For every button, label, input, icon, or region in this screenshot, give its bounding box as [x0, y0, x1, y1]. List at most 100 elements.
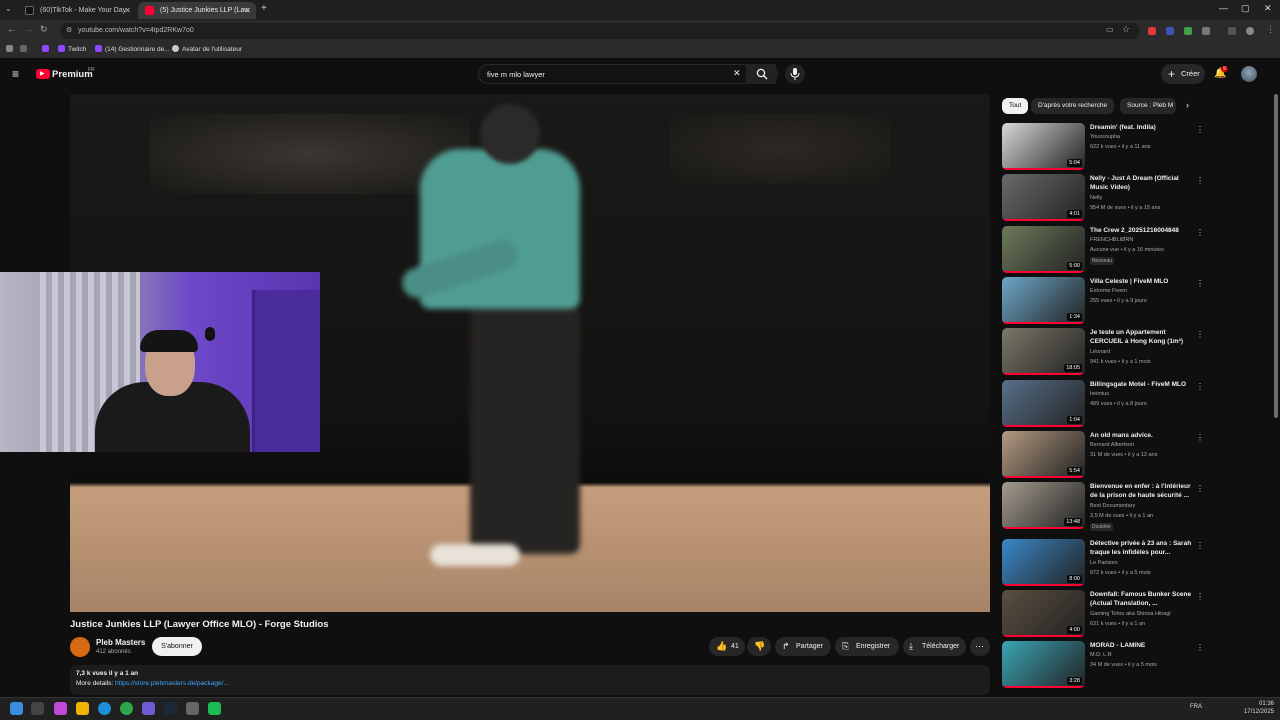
recommendation-item[interactable]: 8:00 Détective privée à 23 ans : Sarah tr… — [1002, 539, 1204, 587]
bookmark-item[interactable] — [42, 45, 52, 53]
channel-name[interactable]: heimius — [1090, 391, 1109, 397]
file-explorer-icon[interactable] — [76, 702, 89, 715]
more-actions-button[interactable]: ⋯ — [970, 637, 990, 656]
thumbnail[interactable]: 5:54 — [1002, 431, 1085, 478]
description-box[interactable]: 7,3 k vues il y a 1 an More details: htt… — [70, 665, 990, 695]
extension-icon[interactable] — [1148, 27, 1156, 35]
video-title[interactable]: Nelly - Just A Dream (Official Music Vid… — [1090, 174, 1192, 192]
kebab-icon[interactable]: ⋮ — [1196, 330, 1204, 339]
close-icon[interactable]: ✕ — [124, 2, 131, 19]
kebab-icon[interactable]: ⋮ — [1196, 228, 1204, 237]
save-button[interactable]: ⎘ Enregistrer — [835, 637, 899, 656]
video-title[interactable]: Villa Celeste | FiveM MLO — [1090, 277, 1192, 286]
steam-icon[interactable] — [164, 702, 177, 715]
channel-avatar[interactable] — [70, 637, 90, 657]
thumbnail[interactable]: 8:00 — [1002, 539, 1085, 586]
close-icon[interactable]: ✕ — [244, 2, 251, 19]
logo-text[interactable]: Premium — [52, 69, 93, 80]
chip-tout[interactable]: Tout — [1002, 98, 1029, 114]
video-title[interactable]: Je teste un Appartement CERCUEIL à Hong … — [1090, 328, 1192, 346]
recommendation-item[interactable]: 5:04 Dreamin' (feat. Indila) Youssoupha 622… — [1002, 123, 1204, 171]
share-button[interactable]: ↱ Partager — [775, 637, 831, 656]
video-title[interactable]: Billingsgate Motel - FiveM MLO — [1090, 380, 1192, 389]
channel-name[interactable]: Youssoupha — [1090, 134, 1120, 140]
recommendation-item[interactable]: 1:34 Villa Celeste | FiveM MLO Extreme Fiv… — [1002, 277, 1204, 325]
video-title[interactable]: The Crew 2_20251216004848 — [1090, 226, 1192, 235]
thumbnail[interactable]: 5:00 — [1002, 226, 1085, 273]
voice-search-button[interactable] — [785, 64, 805, 84]
kebab-icon[interactable]: ⋮ — [1196, 541, 1204, 550]
video-title[interactable]: MORAD - LAMINE — [1090, 641, 1192, 650]
channel-name[interactable]: Le Parisien — [1090, 560, 1118, 566]
bookmarks-apps-icon[interactable] — [6, 45, 16, 53]
video-title[interactable]: An old mans advice. — [1090, 431, 1192, 440]
new-tab-icon[interactable]: + — [261, 3, 267, 14]
recommendation-item[interactable]: 18:05 Je teste un Appartement CERCUEIL à … — [1002, 328, 1204, 376]
channel-name[interactable]: Pleb Masters — [96, 638, 145, 647]
kebab-icon[interactable]: ⋮ — [1196, 176, 1204, 185]
video-title[interactable]: Détective privée à 23 ans : Sarah traque… — [1090, 539, 1192, 557]
video-title[interactable]: Downfall: Famous Bunker Scene (Actual Tr… — [1090, 590, 1192, 608]
channel-name[interactable]: M.D. L.R — [1090, 652, 1112, 658]
tab-tiktok[interactable]: (60)TikTok - Make Your Day ✕ — [18, 2, 136, 19]
thumbnail[interactable]: 18:05 — [1002, 328, 1085, 375]
video-title[interactable]: Bienvenue en enfer : à l'intérieur de la… — [1090, 482, 1192, 500]
thumbnail[interactable]: 4:01 — [1002, 174, 1085, 221]
bookmark-avatar[interactable]: Avatar de l'utilisateur — [172, 45, 242, 53]
bookmark-twitch[interactable]: Twitch — [58, 45, 86, 53]
channel-name[interactable]: Nelly — [1090, 195, 1102, 201]
page-scrollbar[interactable] — [1274, 94, 1278, 418]
tab-search-icon[interactable]: ⌄ — [5, 4, 12, 13]
language-indicator[interactable]: FRA — [1190, 704, 1202, 710]
recommendation-item[interactable]: 5:00 The Crew 2_20251216004848 FRENCHBLIØR… — [1002, 226, 1204, 274]
extension-icon[interactable] — [1166, 27, 1174, 35]
recommendation-item[interactable]: 3:28 MORAD - LAMINE M.D. L.R 34 M de vues •… — [1002, 641, 1204, 689]
app-icon[interactable] — [208, 702, 221, 715]
recommendation-item[interactable]: 13:48 Bienvenue en enfer : à l'intérieur … — [1002, 482, 1204, 531]
recommendation-item[interactable]: 4:00 Downfall: Famous Bunker Scene (Actua… — [1002, 590, 1204, 638]
download-button[interactable]: ⤓ Télécharger — [903, 637, 966, 656]
url-field[interactable]: ⚙ youtube.com/watch?v=4tpd2RKw7o0 ▭ ☆ — [60, 23, 1140, 39]
channel-name[interactable]: Gaming Tohru aka Shinoa Hiiragi — [1090, 611, 1171, 617]
clock[interactable]: 01:36 17/12/2025 — [1244, 700, 1274, 716]
recommendation-item[interactable]: 4:01 Nelly - Just A Dream (Official Music… — [1002, 174, 1204, 222]
channel-name[interactable]: Bernard Albertson — [1090, 442, 1134, 448]
subscribe-button[interactable]: S'abonner — [152, 637, 202, 656]
kebab-icon[interactable]: ⋮ — [1196, 125, 1204, 134]
description-link[interactable]: https://store.plebmasters.de/package/... — [115, 680, 229, 687]
kebab-icon[interactable]: ⋮ — [1196, 433, 1204, 442]
chevron-right-icon[interactable]: › — [1186, 100, 1189, 110]
search-button[interactable] — [746, 64, 778, 84]
chip-recherche[interactable]: D'après votre recherche — [1031, 98, 1115, 114]
extensions-puzzle-icon[interactable] — [1202, 27, 1210, 35]
star-icon[interactable]: ☆ — [1122, 24, 1130, 35]
dislike-button[interactable]: 👎 — [747, 637, 771, 656]
edge-icon[interactable] — [98, 702, 111, 715]
avatar[interactable] — [1241, 66, 1257, 82]
chip-source[interactable]: Source : Pleb M — [1120, 98, 1176, 114]
reload-icon[interactable]: ↻ — [40, 24, 48, 35]
browser-menu-icon[interactable]: ⋮ — [1266, 24, 1275, 35]
settings-icon[interactable] — [186, 702, 199, 715]
kebab-icon[interactable]: ⋮ — [1196, 484, 1204, 493]
maximize-icon[interactable]: ▢ — [1241, 3, 1250, 14]
chrome-icon[interactable] — [120, 702, 133, 715]
channel-name[interactable]: Léonard — [1090, 349, 1110, 355]
channel-name[interactable]: Extreme Fivem — [1090, 288, 1127, 294]
profile-icon[interactable] — [1246, 27, 1254, 35]
bookmark-gestionnaire[interactable]: (14) Gestionnaire de... — [95, 45, 170, 53]
thumbnail[interactable]: 4:00 — [1002, 590, 1085, 637]
minimize-icon[interactable]: — — [1219, 3, 1228, 13]
menu-icon[interactable]: ≡ — [12, 67, 19, 81]
bookmarks-grid-icon[interactable] — [20, 45, 30, 53]
recommendation-item[interactable]: 5:54 An old mans advice. Bernard Albertson… — [1002, 431, 1204, 479]
create-button[interactable]: + Créer — [1161, 64, 1205, 84]
discord-icon[interactable] — [142, 702, 155, 715]
kebab-icon[interactable]: ⋮ — [1196, 592, 1204, 601]
kebab-icon[interactable]: ⋮ — [1196, 279, 1204, 288]
recommendation-item[interactable]: 1:04 Billingsgate Motel - FiveM MLO heimiu… — [1002, 380, 1204, 428]
kebab-icon[interactable]: ⋮ — [1196, 382, 1204, 391]
search-taskbar-icon[interactable] — [31, 702, 44, 715]
thumbnail[interactable]: 5:04 — [1002, 123, 1085, 170]
clear-search-icon[interactable]: ✕ — [733, 68, 741, 79]
